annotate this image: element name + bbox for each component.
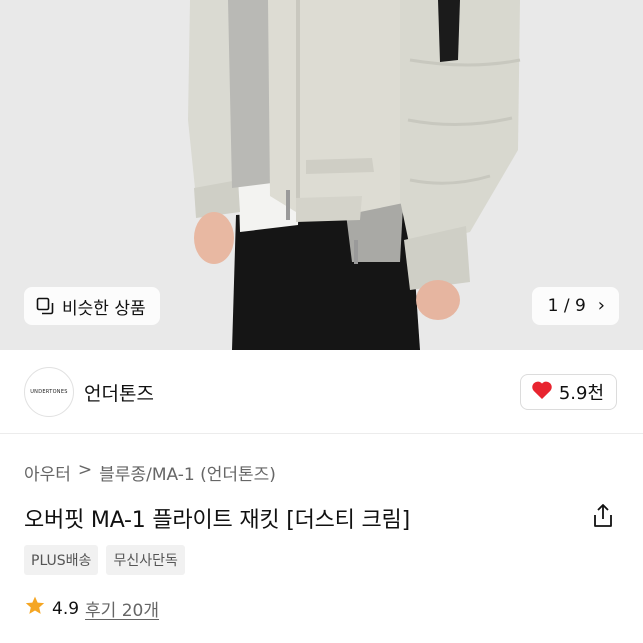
tag-exclusive: 무신사단독	[106, 545, 185, 575]
brand-logo-text: UNDERTONES	[30, 389, 68, 395]
product-image-carousel[interactable]: 비슷한 상품 1 / 9 ›	[0, 0, 643, 350]
like-button[interactable]: 5.9천	[519, 374, 617, 410]
product-title: 오버핏 MA-1 플라이트 재킷 [더스티 크림]	[24, 508, 410, 533]
image-page-counter[interactable]: 1 / 9 ›	[531, 287, 619, 325]
similar-products-button[interactable]: 비슷한 상품	[24, 287, 160, 325]
copy-icon	[36, 297, 54, 315]
breadcrumb: 아우터 > 블루종/MA-1 (언더톤즈)	[24, 460, 276, 485]
similar-products-label: 비슷한 상품	[62, 298, 146, 319]
breadcrumb-subcategory[interactable]: 블루종/MA-1 (언더톤즈)	[99, 460, 276, 485]
product-tags: PLUS배송 무신사단독	[24, 545, 185, 575]
rating-row: 4.9 후기 20개	[24, 595, 159, 622]
page-counter-text: 1 / 9	[547, 296, 586, 316]
brand-row: UNDERTONES 언더톤즈 5.9천	[0, 350, 643, 434]
chevron-right-icon: ›	[597, 295, 605, 316]
brand-name-link[interactable]: 언더톤즈	[84, 379, 154, 406]
share-button[interactable]	[591, 503, 615, 529]
breadcrumb-separator: >	[77, 460, 93, 480]
breadcrumb-category[interactable]: 아우터	[24, 460, 71, 485]
heart-icon	[531, 380, 553, 404]
reviews-link[interactable]: 후기 20개	[85, 596, 159, 621]
tag-plus-delivery: PLUS배송	[24, 545, 99, 575]
share-icon	[591, 504, 615, 533]
rating-score: 4.9	[52, 598, 80, 619]
like-count: 5.9천	[558, 383, 604, 404]
star-icon	[24, 595, 46, 622]
brand-logo[interactable]: UNDERTONES	[24, 367, 74, 417]
